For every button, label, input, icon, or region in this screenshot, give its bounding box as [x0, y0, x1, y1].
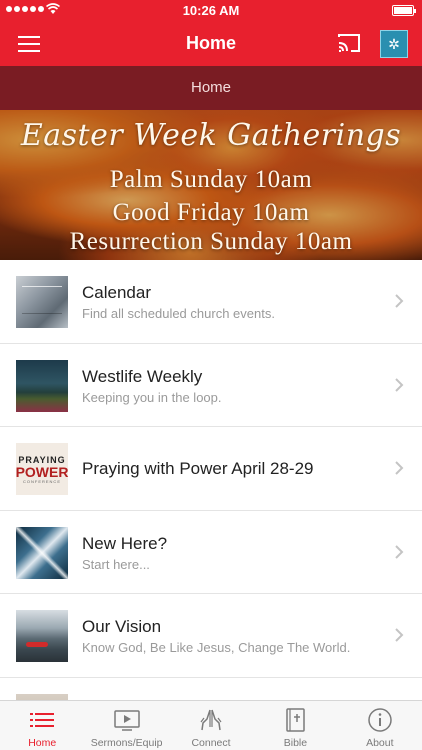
tab-bible[interactable]: Bible [253, 701, 337, 750]
thumbnail-text: PRAYING [18, 454, 66, 465]
tab-label: About [366, 737, 394, 749]
home-list: Calendar Find all scheduled church event… [0, 260, 422, 700]
list-item-title: Praying with Power April 28-29 [82, 459, 314, 478]
list-item-praying-with-power[interactable]: PRAYING POWER CONFERENCE Praying with Po… [0, 427, 422, 511]
thumbnail-text: POWER [15, 463, 69, 480]
list-item-westlife-weekly[interactable]: Westlife Weekly Keeping you in the loop. [0, 344, 422, 427]
our-vision-thumbnail [16, 610, 68, 662]
list-item-subtitle: Start here... [82, 556, 150, 572]
westlife-weekly-thumbnail [16, 359, 68, 412]
calendar-thumbnail [16, 276, 68, 328]
tab-home[interactable]: Home [0, 701, 84, 750]
tab-about[interactable]: About [338, 701, 422, 750]
banner-title: Easter Week Gatherings [20, 118, 402, 153]
banner-line-resurrection-sunday: Resurrection Sunday 10am [69, 228, 353, 255]
banner-line-good-friday: Good Friday 10am [112, 199, 310, 226]
praying-hands-icon [200, 709, 222, 731]
list-item-our-vision[interactable]: Our Vision Know God, Be Like Jesus, Chan… [0, 594, 422, 678]
cast-icon[interactable] [337, 32, 361, 54]
list-item-subtitle: Keeping you in the loop. [82, 389, 222, 405]
tab-label: Connect [191, 737, 231, 749]
chevron-right-icon [395, 461, 404, 475]
chevron-right-icon [395, 294, 404, 308]
chevron-right-icon [395, 628, 404, 642]
new-here-thumbnail [16, 526, 68, 579]
thumbnail-text: CONFERENCE [22, 478, 61, 484]
bible-icon [286, 708, 306, 732]
info-icon [368, 708, 392, 732]
hamburger-menu-icon[interactable] [18, 36, 40, 52]
tab-connect[interactable]: Connect [169, 701, 253, 750]
banner-line-palm-sunday: Palm Sunday 10am [109, 166, 313, 193]
tab-bar: Home Sermons/Equip Connect Bible About [0, 700, 422, 750]
tab-label: Bible [283, 737, 308, 749]
list-item-new-here[interactable]: New Here? Start here... [0, 511, 422, 594]
nav-bar: Home ✲ [0, 22, 422, 66]
church-logo-icon[interactable]: ✲ [380, 30, 408, 58]
tab-sermons-equip[interactable]: Sermons/Equip [84, 701, 168, 750]
list-icon [30, 713, 55, 727]
video-icon [113, 710, 140, 731]
list-item-title: Our Vision [82, 617, 162, 636]
list-item-title: Calendar [82, 283, 151, 302]
section-header: Home [0, 66, 422, 110]
list-item-calendar[interactable]: Calendar Find all scheduled church event… [0, 260, 422, 344]
status-bar: 10:26 AM [0, 0, 422, 22]
tab-label: Sermons/Equip [90, 737, 163, 749]
easter-banner[interactable]: Easter Week Gatherings Palm Sunday 10am … [0, 110, 422, 260]
chevron-right-icon [395, 377, 404, 392]
battery-icon [392, 5, 416, 16]
list-item-subtitle: Know God, Be Like Jesus, Change The Worl… [82, 640, 351, 655]
tab-label: Home [28, 737, 57, 749]
chevron-right-icon [395, 544, 404, 559]
list-item-subtitle: Find all scheduled church events. [82, 306, 275, 321]
praying-power-thumbnail: PRAYING POWER CONFERENCE [16, 443, 68, 495]
list-item-title: Westlife Weekly [82, 366, 203, 386]
list-item-partial[interactable] [0, 678, 422, 700]
status-time: 10:26 AM [182, 3, 240, 18]
list-item-title: New Here? [82, 533, 168, 553]
